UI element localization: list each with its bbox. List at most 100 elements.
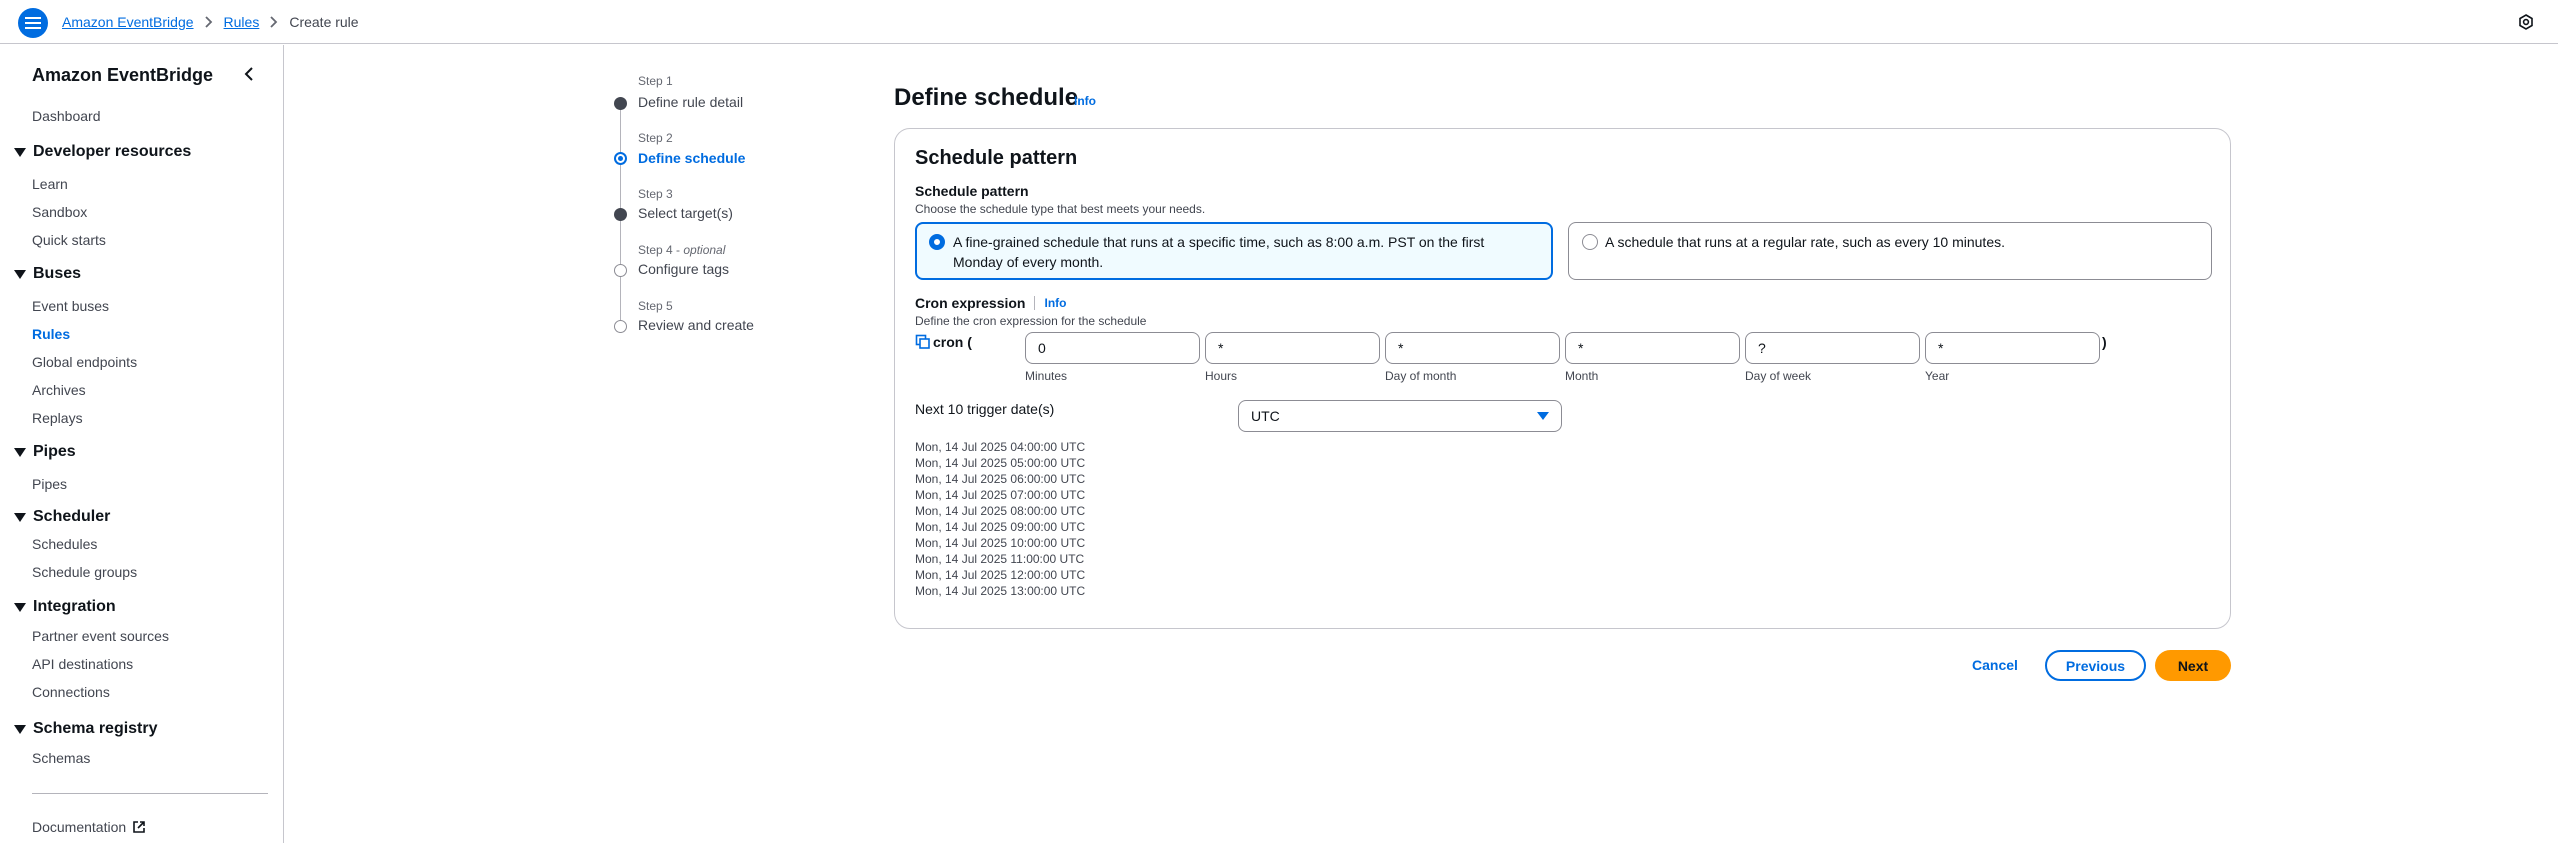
sidebar-item-pipes[interactable]: Pipes [32,476,67,492]
sidebar-item-dashboard[interactable]: Dashboard [32,108,101,124]
trigger-date: Mon, 14 Jul 2025 09:00:00 UTC [915,520,1086,534]
sidebar-item-quick-starts[interactable]: Quick starts [32,232,106,248]
cron-year-input[interactable] [1925,332,2100,364]
step-2-number: Step 2 [638,131,673,145]
external-link-icon [133,821,145,833]
breadcrumb-rules-link[interactable]: Rules [224,14,260,30]
cron-schedule-radio[interactable] [929,234,945,250]
breadcrumb-current: Create rule [289,14,359,30]
sidebar-section-pipes[interactable]: Pipes [14,443,76,461]
schedule-pattern-description: Choose the schedule type that best meets… [915,202,1206,216]
sidebar-item-schedule-groups[interactable]: Schedule groups [32,564,137,580]
trigger-date: Mon, 14 Jul 2025 04:00:00 UTC [915,440,1086,454]
title-info-link[interactable]: Info [1074,94,1096,108]
cron-day-of-month-caption: Day of month [1385,369,1457,383]
rate-schedule-option[interactable]: A schedule that runs at a regular rate, … [1568,222,2212,280]
sidebar-section-developer-resources[interactable]: Developer resources [14,143,191,161]
sidebar-item-schedules[interactable]: Schedules [32,536,97,552]
rate-schedule-radio[interactable] [1582,234,1598,250]
sidebar-section-scheduler[interactable]: Scheduler [14,508,110,526]
sidebar-divider [32,793,268,794]
settings-icon[interactable] [2518,14,2534,33]
cron-info-link[interactable]: Info [1044,296,1066,310]
sidebar-item-replays[interactable]: Replays [32,410,83,426]
step-2-indicator [614,152,627,165]
next-button[interactable]: Next [2155,650,2231,681]
sidebar-item-api-destinations[interactable]: API destinations [32,656,133,672]
step-5-number: Step 5 [638,299,673,313]
cron-day-of-week-caption: Day of week [1745,369,1812,383]
caret-down-icon [14,269,26,279]
step-5-label: Review and create [638,317,754,333]
cron-day-of-week-input[interactable] [1745,332,1920,364]
trigger-dates-list: Mon, 14 Jul 2025 04:00:00 UTC Mon, 14 Ju… [915,439,1085,599]
chevron-left-icon[interactable] [244,67,254,84]
sidebar-item-archives[interactable]: Archives [32,382,86,398]
chevron-right-icon [270,16,278,28]
step-1-indicator [614,97,627,110]
sidebar-item-schemas[interactable]: Schemas [32,750,90,766]
chevron-right-icon [204,16,213,28]
cron-day-of-month-input[interactable] [1385,332,1560,364]
trigger-date: Mon, 14 Jul 2025 11:00:00 UTC [915,552,1085,566]
cron-hours-input[interactable] [1205,332,1380,364]
sidebar-item-partner-event-sources[interactable]: Partner event sources [32,628,169,644]
sidebar-section-integration[interactable]: Integration [14,598,116,616]
caret-down-icon [14,512,26,522]
sidebar-item-global-endpoints[interactable]: Global endpoints [32,354,137,370]
sidebar-title[interactable]: Amazon EventBridge [32,65,213,86]
trigger-date: Mon, 14 Jul 2025 08:00:00 UTC [915,504,1086,518]
page-title: Define schedule [894,84,1079,111]
cron-option-text-line2: Monday of every month. [953,254,1104,270]
next-trigger-dates-label: Next 10 trigger date(s) [915,401,1055,417]
trigger-date: Mon, 14 Jul 2025 10:00:00 UTC [915,536,1086,550]
sidebar-item-documentation[interactable]: Documentation [32,819,146,835]
timezone-select-value: UTC [1251,408,1280,424]
trigger-date: Mon, 14 Jul 2025 07:00:00 UTC [915,488,1086,502]
sidebar-item-rules[interactable]: Rules [32,326,70,342]
cron-month-input[interactable] [1565,332,1740,364]
cron-minutes-caption: Minutes [1025,369,1068,383]
step-2-label: Define schedule [638,150,746,166]
cron-expression-description: Define the cron expression for the sched… [915,314,1147,328]
trigger-date: Mon, 14 Jul 2025 12:00:00 UTC [915,568,1086,582]
label-divider [1034,296,1036,310]
schedule-pattern-label: Schedule pattern [915,183,1029,199]
rate-option-text: A schedule that runs at a regular rate, … [1605,234,2005,250]
sidebar-item-event-buses[interactable]: Event buses [32,298,109,314]
cancel-button[interactable]: Cancel [1972,657,2018,673]
breadcrumb-eventbridge-link[interactable]: Amazon EventBridge [62,14,194,30]
hamburger-menu-icon[interactable] [18,8,48,38]
step-3-indicator [614,208,627,221]
cron-suffix: ) [2102,334,2107,350]
sidebar-section-schema-registry[interactable]: Schema registry [14,720,158,738]
copy-icon[interactable] [915,334,931,350]
sidebar-section-buses[interactable]: Buses [14,265,81,283]
step-4-label: Configure tags [638,261,730,277]
caret-down-icon [14,724,26,734]
caret-down-icon [14,602,26,612]
timezone-select[interactable]: UTC [1238,400,1562,432]
step-4-number: Step 4 - optional [638,243,726,257]
cron-minutes-input[interactable] [1025,332,1200,364]
caret-down-icon [14,147,26,157]
side-navigation: Amazon EventBridge Dashboard Developer r… [0,45,284,843]
breadcrumb: Amazon EventBridge Rules Create rule [62,14,359,30]
sidebar-item-sandbox[interactable]: Sandbox [32,204,87,220]
cron-hours-caption: Hours [1205,369,1238,383]
cron-prefix: cron ( [915,334,972,350]
cron-schedule-option[interactable]: A fine-grained schedule that runs at a s… [915,222,1553,280]
step-3-number: Step 3 [638,187,673,201]
step-1-label[interactable]: Define rule detail [638,94,743,110]
trigger-date: Mon, 14 Jul 2025 06:00:00 UTC [915,472,1086,486]
step-1-number: Step 1 [638,74,673,88]
previous-button[interactable]: Previous [2045,650,2146,681]
step-5-indicator [614,320,627,333]
step-4-indicator [614,264,627,277]
sidebar-item-connections[interactable]: Connections [32,684,110,700]
trigger-date: Mon, 14 Jul 2025 13:00:00 UTC [915,584,1086,598]
cron-option-text-line1: A fine-grained schedule that runs at a s… [953,234,1485,250]
sidebar-item-learn[interactable]: Learn [32,176,68,192]
step-3-label: Select target(s) [638,205,733,221]
schedule-pattern-container: Schedule pattern Schedule pattern Choose… [894,128,2231,629]
